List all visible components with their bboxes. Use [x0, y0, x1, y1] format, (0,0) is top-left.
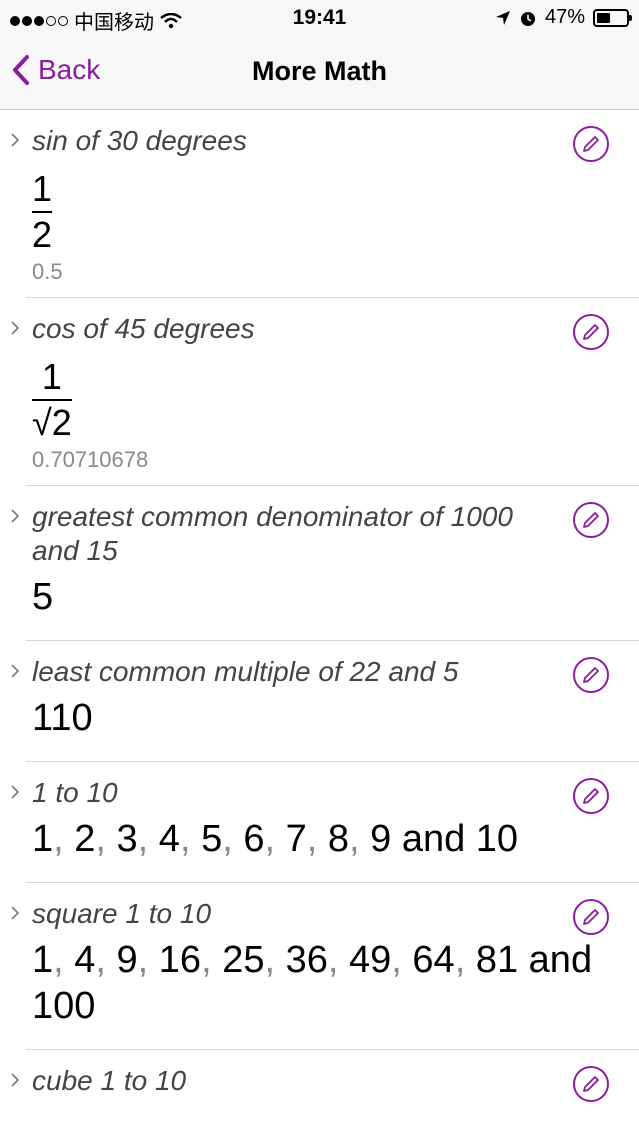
list-value: 9	[370, 818, 392, 860]
list-value: 36	[285, 939, 328, 981]
edit-button[interactable]	[573, 657, 609, 693]
chevron-right-icon[interactable]	[10, 784, 20, 800]
answer: 1 2	[32, 158, 639, 255]
pencil-icon	[583, 909, 599, 925]
query-text: cos of 45 degrees	[32, 313, 255, 344]
fraction: 1 2	[32, 168, 53, 255]
list-value: 16	[158, 939, 202, 981]
chevron-right-icon[interactable]	[10, 1072, 20, 1088]
list-item[interactable]: square 1 to 10 1, 4, 9, 16, 25, 36, 49, …	[11, 883, 639, 1050]
list-value: 1	[32, 818, 54, 860]
fraction-numerator: 1	[32, 168, 53, 209]
list-item[interactable]: greatest common denominator of 1000 and …	[11, 486, 639, 641]
chevron-right-icon[interactable]	[10, 132, 20, 148]
pencil-icon	[583, 324, 599, 340]
query-text: square 1 to 10	[32, 898, 212, 929]
status-right: 47%	[495, 6, 632, 29]
list-item[interactable]: 1 to 10 1, 2, 3, 4, 5, 6, 7, 8, 9 and 10	[11, 762, 639, 883]
answer-list: 1, 2, 3, 4, 5, 6, 7, 8, 9 and 10	[32, 818, 519, 860]
query-text: least common multiple of 22 and 5	[32, 656, 459, 687]
chevron-right-icon[interactable]	[10, 663, 20, 679]
edit-button[interactable]	[573, 502, 609, 538]
fraction-denominator: 2	[32, 214, 53, 255]
list-item[interactable]: sin of 30 degrees 1 2 0.5	[11, 110, 639, 298]
pencil-icon	[583, 512, 599, 528]
list-value: 5	[201, 818, 223, 860]
history-list: sin of 30 degrees 1 2 0.5 cos of 45 degr…	[0, 110, 639, 1102]
edit-button[interactable]	[573, 899, 609, 935]
edit-button[interactable]	[573, 778, 609, 814]
answer-list: 1, 4, 9, 16, 25, 36, 49, 64, 81 and 100	[32, 939, 593, 1027]
battery-percent: 47%	[544, 6, 585, 28]
chevron-right-icon[interactable]	[10, 508, 20, 524]
answer: 1 √2	[32, 346, 639, 443]
chevron-right-icon[interactable]	[10, 320, 20, 336]
fraction-denominator: √2	[32, 402, 72, 443]
query-text: 1 to 10	[32, 777, 118, 808]
list-value: 9	[116, 939, 138, 981]
decimal-approximation: 0.5	[32, 259, 63, 284]
list-value: 25	[222, 939, 265, 981]
answer: 110	[32, 697, 93, 739]
list-value: 7	[285, 818, 307, 860]
edit-button[interactable]	[573, 126, 609, 162]
decimal-approximation: 0.70710678	[32, 447, 149, 472]
list-value: 100	[32, 985, 96, 1027]
status-bar: 中国移动 19:41 47%	[0, 0, 639, 36]
list-value: 49	[349, 939, 392, 981]
list-value: 64	[412, 939, 455, 981]
list-value: 6	[243, 818, 265, 860]
pencil-icon	[583, 136, 599, 152]
pencil-icon	[583, 1076, 599, 1092]
list-value: 3	[116, 818, 138, 860]
fraction-numerator: 1	[41, 356, 62, 397]
list-conjunction: and	[528, 939, 593, 981]
list-value: 2	[74, 818, 96, 860]
list-conjunction: and	[401, 818, 466, 860]
query-text: greatest common denominator of 1000 and …	[32, 501, 513, 566]
list-value: 81	[475, 939, 519, 981]
query-text: sin of 30 degrees	[32, 125, 247, 156]
chevron-right-icon[interactable]	[10, 905, 20, 921]
list-item[interactable]: least common multiple of 22 and 5 110	[11, 641, 639, 762]
query-text: cube 1 to 10	[32, 1065, 187, 1096]
page-title: More Math	[252, 56, 387, 86]
list-value: 4	[158, 818, 180, 860]
edit-button[interactable]	[573, 1066, 609, 1102]
list-value: 1	[32, 939, 54, 981]
list-item[interactable]: cos of 45 degrees 1 √2 0.70710678	[11, 298, 639, 486]
battery-icon	[593, 8, 632, 27]
answer: 5	[32, 576, 54, 618]
list-value: 10	[475, 818, 519, 860]
alarm-icon	[520, 11, 535, 26]
list-item[interactable]: cube 1 to 10	[11, 1050, 639, 1102]
fraction: 1 √2	[32, 357, 72, 443]
pencil-icon	[583, 788, 599, 804]
navigation-bar: Back More Math	[0, 36, 639, 110]
list-value: 4	[74, 939, 96, 981]
edit-button[interactable]	[573, 314, 609, 350]
list-value: 8	[327, 818, 349, 860]
pencil-icon	[583, 667, 599, 683]
location-icon	[495, 10, 510, 25]
